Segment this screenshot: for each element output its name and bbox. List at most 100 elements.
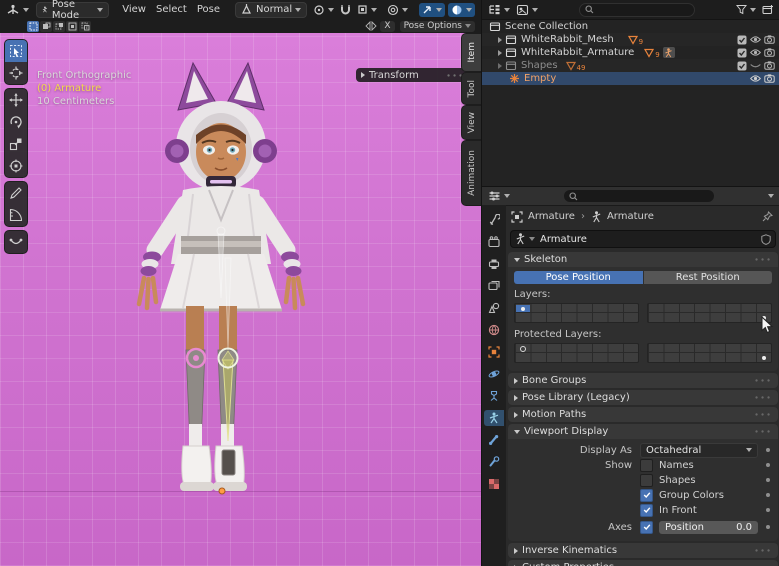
tab-world[interactable] — [484, 322, 504, 338]
decorator-dot[interactable] — [766, 448, 770, 452]
panel-bone-groups-header[interactable]: Bone Groups ∙∙∙ — [508, 373, 778, 388]
select-mode-subtract-button[interactable] — [53, 21, 65, 32]
pin-icon[interactable] — [762, 211, 773, 222]
decorator-dot[interactable] — [766, 493, 770, 497]
editor-type-button[interactable] — [3, 3, 32, 17]
decorator-dot[interactable] — [766, 463, 770, 467]
proportional-editing-dropdown[interactable] — [384, 3, 411, 17]
gizmo-toggle[interactable] — [419, 3, 445, 17]
sidebar-tab-tool[interactable]: Tool — [461, 72, 481, 105]
protected-layers-grid-right[interactable] — [647, 343, 772, 363]
axes-position-slider[interactable]: Position 0.0 — [659, 521, 758, 534]
drag-grip-icon[interactable]: ∙∙∙ — [754, 427, 772, 436]
sidebar-tab-item[interactable]: Item — [461, 33, 481, 72]
outliner-row-whiterabbit-mesh[interactable]: WhiteRabbit_Mesh 9 — [482, 33, 779, 46]
disclosure-triangle-icon[interactable] — [498, 37, 502, 43]
tab-render[interactable] — [484, 234, 504, 250]
tool-move[interactable] — [5, 89, 27, 111]
tool-transform[interactable] — [5, 155, 27, 177]
tool-cursor[interactable] — [5, 62, 27, 84]
eye-icon[interactable] — [750, 74, 761, 83]
panel-motion-paths-header[interactable]: Motion Paths ∙∙∙ — [508, 407, 778, 422]
tool-scale[interactable] — [5, 133, 27, 155]
panel-skeleton-header[interactable]: Skeleton ∙∙∙ — [508, 252, 778, 267]
outliner-row-shapes[interactable]: Shapes 49 — [482, 59, 779, 72]
menu-view[interactable]: View — [117, 2, 151, 17]
pose-position-button[interactable]: Pose Position — [514, 271, 643, 284]
tab-object[interactable] — [484, 344, 504, 360]
camera-icon[interactable] — [764, 35, 775, 44]
tab-scene[interactable] — [484, 300, 504, 316]
properties-options-dropdown[interactable] — [768, 194, 774, 198]
names-checkbox[interactable] — [640, 459, 653, 472]
outliner-editor-type-button[interactable] — [485, 3, 513, 17]
panel-viewport-display-header[interactable]: Viewport Display ∙∙∙ — [508, 424, 778, 439]
select-mode-intersect-button[interactable] — [79, 21, 91, 32]
camera-icon[interactable] — [764, 74, 775, 83]
rest-position-button[interactable]: Rest Position — [644, 271, 773, 284]
menu-select[interactable]: Select — [151, 2, 192, 17]
panel-pose-library-header[interactable]: Pose Library (Legacy) ∙∙∙ — [508, 390, 778, 405]
drag-grip-icon[interactable]: ∙∙∙ — [754, 393, 772, 402]
pose-options-dropdown[interactable]: Pose Options — [400, 21, 475, 32]
drag-grip-icon[interactable]: ∙∙∙ — [754, 546, 772, 555]
eye-icon[interactable] — [750, 35, 761, 44]
decorator-dot[interactable] — [766, 478, 770, 482]
display-as-dropdown[interactable]: Octahedral — [640, 443, 758, 458]
in-front-checkbox[interactable] — [640, 504, 653, 517]
armature-layers-grid-right[interactable] — [647, 303, 772, 323]
outliner-filter-button[interactable] — [733, 3, 759, 16]
drag-grip-icon[interactable]: ∙∙∙ — [754, 376, 772, 385]
tab-object-constraints[interactable] — [484, 388, 504, 404]
decorator-dot[interactable] — [766, 525, 770, 529]
fake-user-shield-icon[interactable] — [761, 234, 771, 245]
breadcrumb-object[interactable]: Armature — [528, 211, 575, 222]
new-collection-button[interactable] — [759, 3, 777, 16]
tab-texture[interactable] — [484, 476, 504, 492]
mirror-x-toggle[interactable]: X — [380, 21, 394, 32]
tool-select-box[interactable] — [5, 40, 27, 62]
tool-annotate[interactable] — [5, 182, 27, 204]
sidebar-tab-animation[interactable]: Animation — [461, 140, 481, 206]
disclosure-triangle-icon[interactable] — [498, 50, 502, 56]
disclosure-triangle-icon[interactable] — [498, 63, 502, 69]
axes-checkbox[interactable] — [640, 521, 653, 534]
snap-toggle[interactable] — [337, 3, 354, 17]
tab-bone[interactable] — [484, 432, 504, 448]
snap-settings-dropdown[interactable] — [354, 3, 380, 16]
camera-icon[interactable] — [764, 48, 775, 57]
group-colors-checkbox[interactable] — [640, 489, 653, 502]
tab-view-layer[interactable] — [484, 278, 504, 294]
eye-icon[interactable] — [750, 48, 761, 57]
drag-grip-icon[interactable]: ∙∙∙ — [754, 255, 772, 264]
tab-bone-constraints[interactable] — [484, 454, 504, 470]
armature-id-field[interactable]: Armature — [510, 230, 776, 248]
shapes-checkbox[interactable] — [640, 474, 653, 487]
panel-custom-properties-header[interactable]: Custom Properties ∙∙∙ — [508, 560, 778, 566]
tab-object-data-armature[interactable] — [484, 410, 504, 426]
outliner-display-mode-button[interactable] — [513, 3, 541, 17]
decorator-dot[interactable] — [766, 508, 770, 512]
checkbox-icon[interactable] — [737, 35, 747, 45]
eye-closed-icon[interactable] — [750, 61, 761, 70]
pivot-point-dropdown[interactable] — [310, 3, 337, 17]
mode-dropdown[interactable]: Pose Mode — [36, 2, 109, 18]
outliner-row-empty[interactable]: Empty — [482, 72, 779, 85]
menu-pose[interactable]: Pose — [192, 2, 225, 17]
properties-search-input[interactable] — [563, 189, 715, 203]
tab-tool[interactable] — [484, 212, 504, 228]
tool-rotate[interactable] — [5, 111, 27, 133]
transform-orientation-dropdown[interactable]: Normal — [235, 2, 307, 18]
tab-output[interactable] — [484, 256, 504, 272]
outliner-search-input[interactable] — [579, 3, 695, 17]
sidebar-tab-view[interactable]: View — [461, 105, 481, 140]
outliner-row-scene-collection[interactable]: Scene Collection — [482, 20, 779, 33]
tab-physics[interactable] — [484, 366, 504, 382]
armature-layers-grid-left[interactable] — [514, 303, 639, 323]
select-mode-extend-button[interactable] — [40, 21, 52, 32]
select-mode-set-button[interactable] — [27, 21, 39, 32]
panel-inverse-kinematics-header[interactable]: Inverse Kinematics ∙∙∙ — [508, 543, 778, 558]
checkbox-icon[interactable] — [737, 48, 747, 58]
protected-layers-grid-left[interactable] — [514, 343, 639, 363]
id-name-value[interactable]: Armature — [540, 234, 761, 245]
